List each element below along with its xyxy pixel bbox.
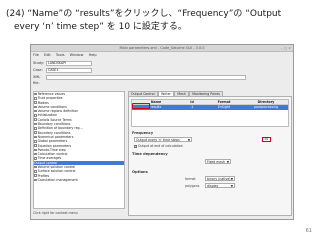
- options-section-title: Options: [132, 170, 148, 174]
- tree-checkbox-icon: [34, 114, 37, 117]
- slide-page-number: 61: [305, 228, 312, 234]
- tree-checkbox-icon: [34, 170, 37, 173]
- chevron-down-icon: ▼: [230, 177, 233, 181]
- tree-checkbox-icon: [34, 174, 37, 177]
- chevron-down-icon: ▼: [187, 138, 190, 142]
- chevron-down-icon: ▼: [230, 184, 233, 188]
- time-dependency-select[interactable]: Fixed mesh ▼: [205, 159, 231, 164]
- output-at-end-label: Output at end of calculation: [138, 144, 183, 148]
- close-icon[interactable]: ×: [288, 47, 291, 50]
- writer-table-header: Name Id Format Directory: [132, 100, 288, 105]
- status-bar-text: Click right for context menu: [33, 211, 78, 215]
- case-label: Case:: [33, 68, 43, 72]
- col-format: Format: [217, 100, 231, 104]
- col-directory: Directory: [257, 100, 275, 104]
- tree-checkbox-icon: [34, 127, 37, 130]
- menu-help[interactable]: Help: [89, 53, 97, 57]
- chevron-down-icon: ▼: [226, 160, 229, 164]
- xml-file-field[interactable]: [46, 74, 246, 80]
- tree-checkbox-icon: [34, 157, 37, 160]
- writer-id-cell: -1: [190, 105, 194, 109]
- checkbox-checked-icon: ✓: [134, 144, 138, 148]
- format-label: format: [185, 177, 196, 181]
- writer-tab-body: Name Id Format Directory results -1 EnSi…: [128, 96, 292, 216]
- writer-format-cell: EnSight: [217, 105, 231, 109]
- frequency-select[interactable]: Output every 'n' time steps ▼: [134, 137, 192, 142]
- frequency-section-title: Frequency: [132, 131, 154, 135]
- tree-checkbox-icon: [34, 92, 37, 96]
- minimize-icon[interactable]: –: [280, 47, 283, 50]
- polygons-value: display: [207, 184, 219, 188]
- tree-checkbox-icon: [34, 118, 37, 122]
- tree-checkbox-icon: [34, 144, 37, 147]
- case-field[interactable]: CASE1: [46, 67, 92, 73]
- tree-checkbox-icon: [34, 139, 37, 143]
- time-dependency-value: Fixed mesh: [207, 160, 226, 164]
- navigation-tree[interactable]: Reference values Fluid properties Models Vo…: [33, 91, 125, 209]
- polygons-select[interactable]: display ▼: [205, 183, 235, 188]
- writer-directory-cell: postprocessing: [253, 105, 279, 109]
- instruction-caption: (24) “Name”の “results”をクリックし、“Frequency”…: [6, 8, 316, 34]
- tree-checkbox-icon: [34, 101, 37, 104]
- tree-checkbox-icon: [34, 105, 37, 109]
- format-value: binary (native): [207, 177, 231, 181]
- window-title: Main parameters.xml - Code_Saturne GUI -…: [119, 46, 205, 50]
- output-control-panel: Output Control Writer Mesh Monitoring Point…: [128, 91, 292, 216]
- window-titlebar: Main parameters.xml - Code_Saturne GUI -…: [31, 45, 293, 52]
- tree-checkbox-icon: [34, 122, 37, 126]
- writer-row-results[interactable]: results -1 EnSight postprocessing: [132, 105, 288, 110]
- menu-edit[interactable]: Edit: [44, 53, 51, 57]
- xml-label: XML file:: [33, 75, 41, 85]
- menu-bar: File Edit Tools Window Help: [31, 52, 293, 58]
- study-label: Study:: [33, 61, 45, 65]
- output-at-end-checkbox[interactable]: ✓Output at end of calculation: [134, 144, 183, 148]
- format-select[interactable]: binary (native) ▼: [205, 176, 235, 181]
- frequency-select-value: Output every 'n' time steps: [136, 138, 180, 142]
- tree-checkbox-icon: [34, 135, 37, 139]
- caption-line-2: every ‘n’ time step” を 10 に設定する。: [14, 22, 187, 32]
- menu-window[interactable]: Window: [70, 53, 84, 57]
- tree-checkbox-icon: [34, 165, 37, 169]
- study-field[interactable]: LANDSKAPI: [46, 60, 92, 66]
- tree-checkbox-icon: [34, 131, 37, 134]
- tree-checkbox-icon: [34, 97, 37, 100]
- tree-checkbox-icon: [34, 152, 37, 156]
- tree-checkbox-icon: [34, 148, 37, 152]
- tree-checkbox-icon: [34, 109, 37, 113]
- tree-checkbox-icon: [34, 178, 37, 182]
- results-highlight-box: [132, 103, 150, 109]
- tree-item[interactable]: Calculation management: [34, 178, 124, 182]
- app-window: Main parameters.xml - Code_Saturne GUI -…: [30, 44, 294, 220]
- maximize-icon[interactable]: □: [284, 47, 287, 50]
- tree-item-label: Calculation management: [37, 177, 78, 182]
- writer-table: Name Id Format Directory results -1 EnSi…: [131, 99, 289, 127]
- menu-tools[interactable]: Tools: [56, 53, 65, 57]
- caption-line-1: (24) “Name”の “results”をクリックし、“Frequency”…: [6, 9, 282, 19]
- polygons-label: polygons: [185, 184, 200, 188]
- output-frequency-spinbox[interactable]: 10: [262, 137, 271, 142]
- col-id: Id: [190, 100, 194, 104]
- menu-file[interactable]: File: [33, 53, 39, 57]
- time-dependency-title: Time dependency: [132, 152, 168, 156]
